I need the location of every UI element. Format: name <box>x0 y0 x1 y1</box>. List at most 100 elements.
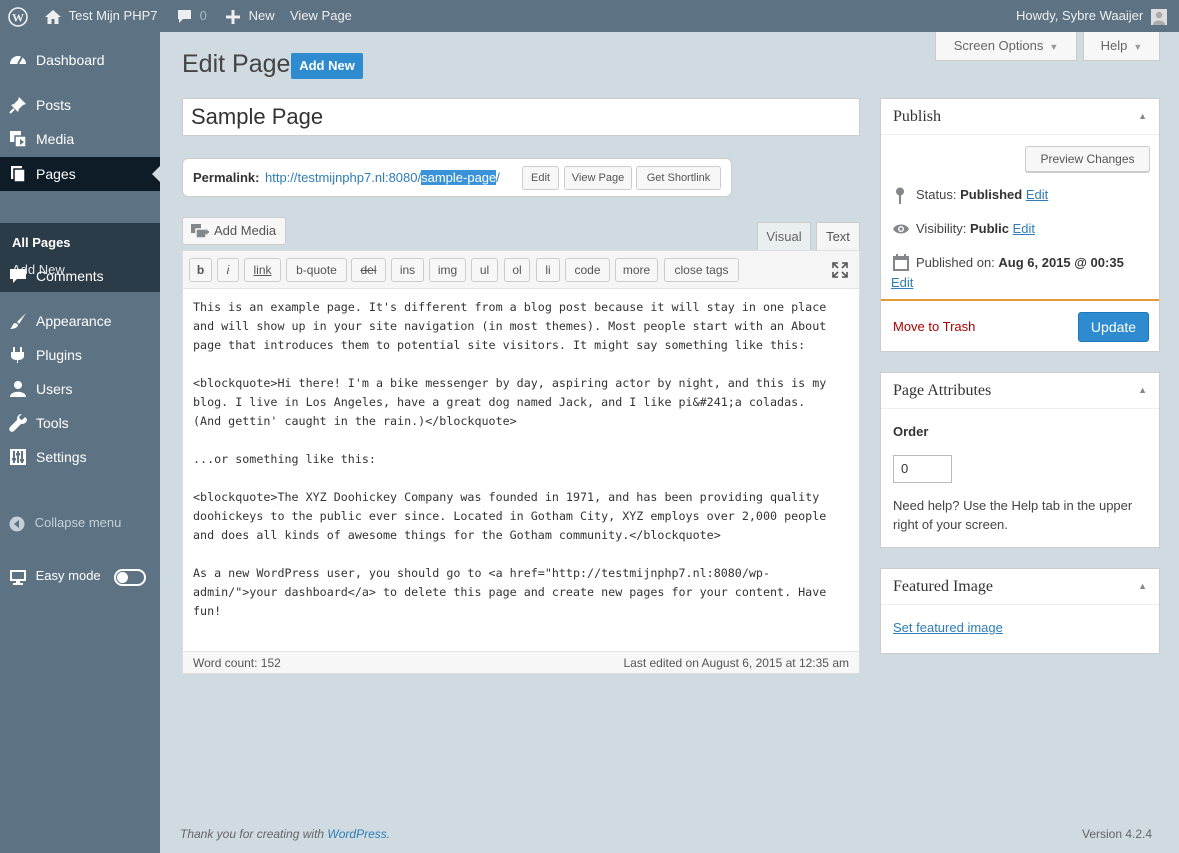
publish-box: Publish ▲ Preview Changes Status: Publis… <box>880 98 1160 352</box>
permalink-base: http://testmijnphp7.nl:8080/ <box>265 170 422 185</box>
view-page-link[interactable]: View Page <box>290 0 352 32</box>
collapse-arrow-icon <box>9 516 25 532</box>
wordpress-link[interactable]: WordPress <box>327 827 386 841</box>
fullscreen-icon[interactable] <box>832 262 848 278</box>
comments-link[interactable]: 0 <box>176 0 207 32</box>
admin-bar: W Test Mijn PHP7 0 New View Page Howdy, … <box>0 0 1179 32</box>
quicktag-img-button[interactable]: img <box>429 258 466 282</box>
add-media-button[interactable]: Add Media <box>182 217 286 245</box>
dashboard-icon <box>10 56 26 65</box>
tab-visual[interactable]: Visual <box>757 222 811 251</box>
footer-version: Version 4.2.4 <box>1082 827 1153 841</box>
quicktag-italic-button[interactable]: i <box>217 258 239 282</box>
new-content-link[interactable]: New <box>226 0 275 32</box>
quicktag-del-button[interactable]: del <box>351 258 386 282</box>
screen-options-button[interactable]: Screen Options ▼ <box>935 32 1077 61</box>
quicktag-more-button[interactable]: more <box>615 258 658 282</box>
site-home-link[interactable]: Test Mijn PHP7 <box>44 0 158 32</box>
sidebar-item-label: Media <box>36 131 75 147</box>
visibility-value: Public <box>969 221 1009 236</box>
edit-timestamp-link[interactable]: Edit <box>891 275 913 290</box>
pin-icon <box>9 97 26 114</box>
quicktag-bquote-button[interactable]: b-quote <box>286 258 347 282</box>
quicktag-link-button[interactable]: link <box>244 258 281 282</box>
collapse-arrow-icon[interactable]: ▲ <box>1138 385 1147 395</box>
footer-thanks-suffix: . <box>386 827 391 841</box>
tab-text[interactable]: Text <box>816 222 860 251</box>
get-shortlink-button[interactable]: Get Shortlink <box>636 166 721 190</box>
page-attributes-box: Page Attributes ▲ Order 0 Need help? Use… <box>880 372 1160 548</box>
content-editor: b i link b-quote del ins img ul ol li co… <box>182 250 860 674</box>
add-new-button[interactable]: Add New <box>291 53 363 79</box>
sidebar-item-tools[interactable]: Tools <box>0 406 160 440</box>
sidebar-item-plugins[interactable]: Plugins <box>0 338 160 372</box>
edit-slug-button[interactable]: Edit <box>522 166 559 190</box>
publish-actions: Move to Trash Update <box>881 299 1159 349</box>
home-icon <box>45 9 61 24</box>
eye-icon <box>893 224 909 234</box>
collapse-arrow-icon[interactable]: ▲ <box>1138 111 1147 121</box>
publish-box-title: Publish <box>893 108 942 125</box>
help-button[interactable]: Help ▼ <box>1083 32 1160 61</box>
post-visibility: Visibility: Public Edit <box>916 221 1035 236</box>
permalink-label: Permalink: <box>193 170 260 185</box>
sidebar-item-pages[interactable]: Pages <box>0 157 160 191</box>
monitor-icon <box>10 570 26 585</box>
edit-status-link[interactable]: Edit <box>1026 187 1048 202</box>
quicktag-code-button[interactable]: code <box>565 258 610 282</box>
help-label: Help <box>1100 38 1128 53</box>
sidebar-item-media[interactable]: Media <box>0 122 160 156</box>
sidebar-item-dashboard[interactable]: Dashboard <box>0 43 160 77</box>
permalink-url[interactable]: http://testmijnphp7.nl:8080/sample-page/ <box>265 170 500 185</box>
sidebar-item-posts[interactable]: Posts <box>0 88 160 122</box>
sidebar-item-appearance[interactable]: Appearance <box>0 304 160 338</box>
move-to-trash-link[interactable]: Move to Trash <box>893 319 975 334</box>
sidebar-item-settings[interactable]: Settings <box>0 440 160 474</box>
caret-down-icon: ▼ <box>1133 42 1143 52</box>
sidebar-item-comments[interactable]: Comments <box>0 259 160 293</box>
view-page-button[interactable]: View Page <box>564 166 632 190</box>
content-textarea[interactable]: This is an example page. It's different … <box>193 298 853 621</box>
last-edited: Last edited on August 6, 2015 at 12:35 a… <box>623 656 849 670</box>
edit-visibility-link[interactable]: Edit <box>1013 221 1035 236</box>
editor-status-bar: Word count: 152 Last edited on August 6,… <box>183 651 859 673</box>
featured-image-header[interactable]: Featured Image ▲ <box>881 569 1159 605</box>
svg-text:W: W <box>12 10 24 24</box>
update-button[interactable]: Update <box>1078 312 1149 342</box>
quicktag-ol-button[interactable]: ol <box>504 258 530 282</box>
caret-down-icon: ▼ <box>1049 42 1059 52</box>
submenu-all-pages[interactable]: All Pages <box>12 235 71 250</box>
quicktag-ul-button[interactable]: ul <box>471 258 498 282</box>
help-text-line-1: Need help? Use the Help tab in the upper <box>893 498 1133 513</box>
page-title: Edit Page <box>182 50 291 78</box>
sidebar-item-users[interactable]: Users <box>0 372 160 406</box>
wordpress-logo-icon[interactable]: W <box>8 0 28 32</box>
site-name: Test Mijn PHP7 <box>68 8 158 23</box>
publish-box-header[interactable]: Publish ▲ <box>881 99 1159 135</box>
account-menu[interactable]: Howdy, Sybre Waaijer <box>1016 0 1167 32</box>
add-media-label: Add Media <box>214 223 277 238</box>
plug-icon <box>11 347 24 363</box>
quicktag-close-tags-button[interactable]: close tags <box>664 258 739 282</box>
preview-changes-button[interactable]: Preview Changes <box>1025 146 1150 172</box>
page-attributes-header[interactable]: Page Attributes ▲ <box>881 373 1159 409</box>
quicktag-bold-button[interactable]: b <box>189 258 212 282</box>
quicktag-ins-button[interactable]: ins <box>391 258 424 282</box>
set-featured-image-link[interactable]: Set featured image <box>893 620 1003 635</box>
comment-bubble-icon <box>178 10 191 24</box>
toggle-knob <box>117 572 128 583</box>
permalink-slug: sample-page <box>421 170 497 185</box>
user-icon <box>10 381 26 397</box>
comments-count: 0 <box>199 8 207 23</box>
collapse-menu-button[interactable]: Collapse menu <box>9 515 121 532</box>
post-status: Status: Published Edit <box>916 187 1048 202</box>
permalink-box: Permalink: http://testmijnphp7.nl:8080/s… <box>182 158 732 197</box>
featured-image-title: Featured Image <box>893 578 993 595</box>
published-label: Published on: <box>916 255 995 270</box>
collapse-arrow-icon[interactable]: ▲ <box>1138 581 1147 591</box>
post-title-input[interactable]: Sample Page <box>182 98 860 136</box>
order-input[interactable]: 0 <box>893 455 952 483</box>
sidebar-item-label: Comments <box>36 268 104 284</box>
quicktag-li-button[interactable]: li <box>536 258 560 282</box>
easy-mode-toggle[interactable] <box>114 569 146 586</box>
